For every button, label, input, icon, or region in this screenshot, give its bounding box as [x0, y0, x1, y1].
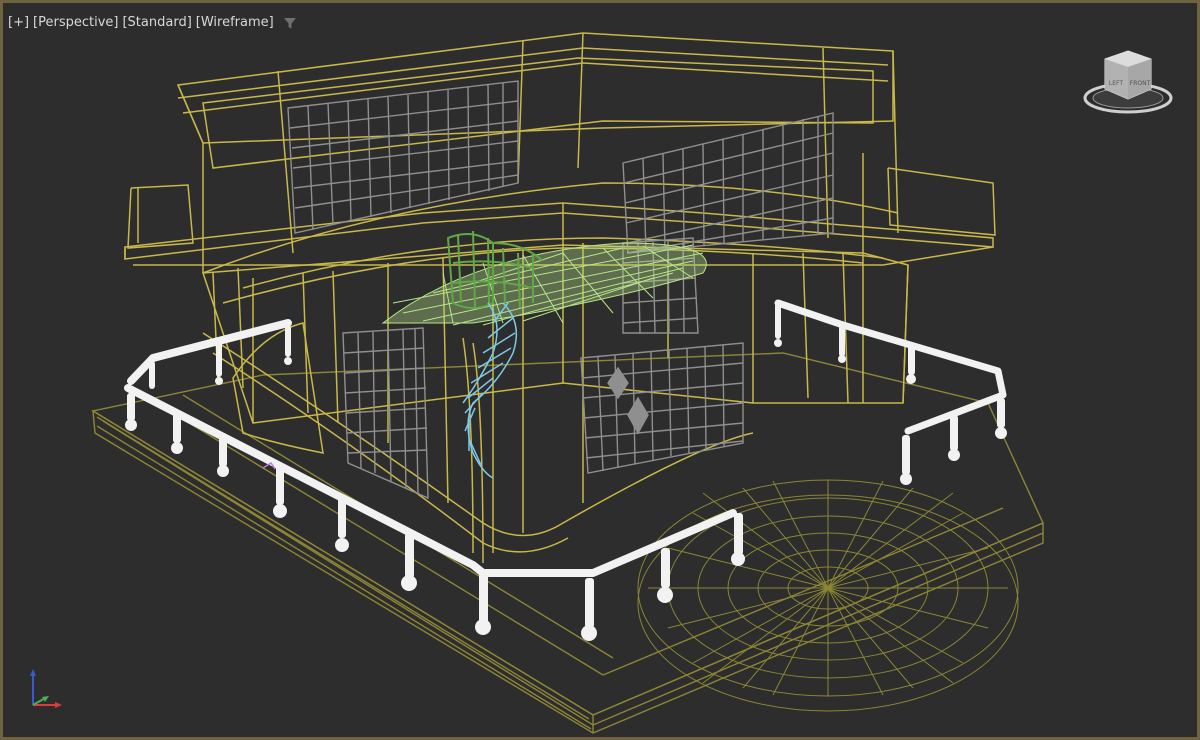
base-platform [91, 352, 1044, 734]
viewcube-left-label: LEFT [1109, 80, 1123, 87]
viewport-standard-menu[interactable]: [Standard] [121, 15, 192, 30]
perspective-viewport[interactable]: [+] [Perspective] [Standard] [Wireframe] [0, 0, 1200, 740]
wireframe-scene[interactable] [3, 3, 1200, 740]
pool-mesh [637, 479, 1019, 712]
viewport-point-of-view-menu[interactable]: [Perspective] [32, 15, 119, 30]
funnel-filter-icon[interactable] [283, 16, 297, 30]
viewport-shading-menu[interactable]: [Wireframe] [195, 15, 275, 30]
viewcube-front-label: FRONT [1130, 80, 1151, 87]
viewport-label-menu: [+] [Perspective] [Standard] [Wireframe] [7, 15, 297, 30]
axis-tripod-icon [30, 669, 62, 708]
fence-posts [125, 303, 1007, 641]
viewcube-navigation[interactable]: LEFT FRONT [1081, 43, 1175, 119]
viewport-general-menu[interactable]: [+] [7, 15, 30, 30]
